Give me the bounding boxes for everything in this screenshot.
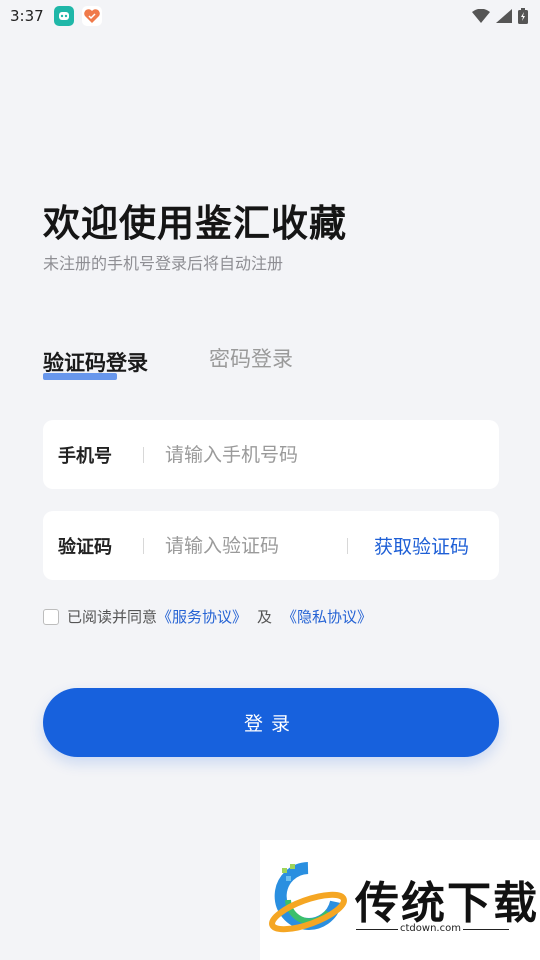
code-field-row: 验证码 获取验证码 <box>43 511 499 580</box>
app-heart-icon <box>81 6 102 26</box>
status-indicators <box>472 8 528 24</box>
status-time: 3:37 <box>10 7 44 25</box>
wifi-icon <box>472 9 490 23</box>
code-label: 验证码 <box>58 536 112 558</box>
field-divider <box>143 537 144 554</box>
code-input[interactable] <box>165 534 347 557</box>
watermark-line <box>356 929 398 930</box>
watermark-brand: 传统下载 <box>355 878 539 929</box>
login-button[interactable]: 登录 <box>43 688 499 757</box>
app-teal-icon <box>53 6 74 26</box>
get-code-button[interactable]: 获取验证码 <box>374 532 499 559</box>
field-divider <box>347 537 348 554</box>
agreement-prefix: 已阅读并同意 <box>67 608 158 626</box>
watermark-line <box>463 929 509 930</box>
signal-icon <box>496 9 512 23</box>
page-subtitle: 未注册的手机号登录后将自动注册 <box>43 254 284 273</box>
privacy-agreement-link[interactable]: 《隐私协议》 <box>282 606 372 627</box>
agreement-row: 已阅读并同意 《服务协议》 及 《隐私协议》 <box>43 606 372 627</box>
page-title: 欢迎使用鉴汇收藏 <box>43 202 347 245</box>
agreement-and: 及 <box>257 608 273 626</box>
watermark: 传统下载 ctdown.com <box>260 840 540 960</box>
status-bar: 3:37 <box>0 0 540 32</box>
phone-label: 手机号 <box>58 445 112 467</box>
ctdown-logo-icon <box>269 862 347 933</box>
tab-password-login[interactable]: 密码登录 <box>209 343 293 373</box>
tab-code-login-label: 验证码登录 <box>43 351 148 375</box>
watermark-url: ctdown.com <box>400 923 461 934</box>
service-agreement-link[interactable]: 《服务协议》 <box>157 606 247 627</box>
agreement-checkbox[interactable] <box>43 608 59 625</box>
phone-input[interactable] <box>165 443 499 466</box>
tab-code-login[interactable]: 验证码登录 <box>43 347 148 380</box>
phone-field-row: 手机号 <box>43 420 499 489</box>
battery-charging-icon <box>518 8 528 24</box>
field-divider <box>143 446 144 463</box>
